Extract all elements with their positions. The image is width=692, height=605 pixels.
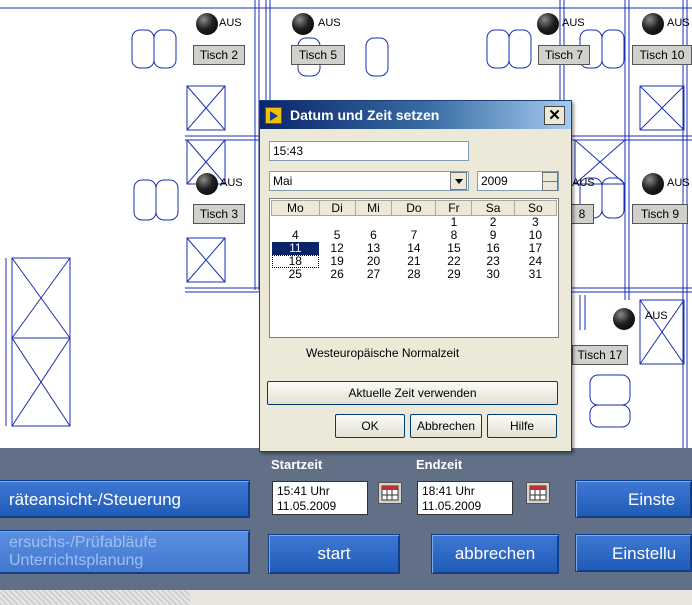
start-time-field[interactable]: 15:41 Uhr 11.05.2009 [272, 481, 368, 515]
spin-down-icon[interactable] [542, 181, 558, 191]
end-time-field[interactable]: 18:41 Uhr 11.05.2009 [417, 481, 513, 515]
status-text: AUS [572, 177, 595, 189]
versuchsablaeufe-button[interactable]: ersuchs-/Prüfabläufe Unterrichtsplanung [0, 530, 250, 574]
month-select[interactable]: Mai [269, 171, 469, 191]
calendar-icon [529, 485, 547, 501]
end-date-value: 11.05.2009 [422, 499, 482, 513]
table-2-button[interactable]: Tisch 2 [193, 45, 245, 65]
calendar-day[interactable]: 26 [319, 268, 355, 281]
status-text: AUS [645, 310, 668, 322]
status-strip [0, 590, 692, 605]
ok-button[interactable]: OK [335, 414, 405, 438]
status-text: AUS [667, 17, 690, 29]
year-value: 2009 [481, 174, 508, 188]
timezone-label: Westeuropäische Normalzeit [306, 346, 460, 360]
use-current-time-button[interactable]: Aktuelle Zeit verwenden [267, 381, 558, 405]
status-text: AUS [667, 177, 690, 189]
calendar-table: Mo Di Mi Do Fr Sa So 1 2 3 4 5 6 7 8 9 10 11 12 13 14 15 16 17… [271, 200, 558, 281]
year-spin-buttons[interactable] [542, 172, 558, 192]
start-time-label: Startzeit [271, 457, 323, 472]
einstellungen-bottom-label: Einstellu [612, 544, 677, 563]
calendar-grid[interactable]: Mo Di Mi Do Fr Sa So 1 2 3 4 5 6 7 8 9 10 11 12 13 14 15 16 17… [269, 198, 559, 338]
status-text: AUS [220, 177, 243, 189]
status-text: AUS [562, 17, 585, 29]
datetime-dialog: Datum und Zeit setzen ✕ 15:43 Mai 2009 M… [259, 100, 572, 452]
einstellungen-top-label: Einste [628, 490, 676, 509]
cancel-button[interactable]: Abbrechen [410, 414, 482, 438]
status-text: AUS [219, 17, 242, 29]
calendar-day[interactable]: 27 [355, 268, 392, 281]
status-lamp-icon [537, 13, 559, 35]
geraeteansicht-label: räteansicht-/Steuerung [9, 490, 181, 509]
month-value: Mai [273, 174, 293, 188]
close-button[interactable]: ✕ [544, 106, 565, 125]
einstellungen-top-button[interactable]: Einste [575, 480, 692, 518]
status-lamp-icon [613, 308, 635, 330]
weekday-header: Sa [471, 200, 515, 216]
weekday-header: Di [318, 200, 356, 216]
calendar-day[interactable]: 2 [472, 216, 514, 230]
dialog-titlebar[interactable]: Datum und Zeit setzen ✕ [260, 101, 571, 129]
table-17-button[interactable]: Tisch 17 [572, 345, 628, 365]
unterrichtsplanung-label: Unterrichtsplanung [9, 552, 144, 569]
end-time-label: Endzeit [416, 457, 463, 472]
calendar-week: 123 [272, 216, 557, 230]
weekday-header: Mo [271, 200, 320, 216]
calendar-empty-cell [272, 216, 320, 230]
status-lamp-icon [642, 13, 664, 35]
table-7-button[interactable]: Tisch 7 [538, 45, 590, 65]
einstellungen-bottom-button[interactable]: Einstellu [575, 534, 692, 572]
table-8-button[interactable]: 8 [570, 204, 594, 224]
table-9-button[interactable]: Tisch 9 [632, 204, 688, 224]
help-button[interactable]: Hilfe [487, 414, 557, 438]
time-input[interactable]: 15:43 [269, 141, 469, 161]
calendar-day[interactable]: 25 [272, 268, 320, 281]
control-panel [0, 448, 692, 605]
table-10-button[interactable]: Tisch 10 [632, 45, 692, 65]
calendar-icon [381, 485, 399, 501]
start-date-value: 11.05.2009 [277, 499, 337, 513]
table-5-button[interactable]: Tisch 5 [291, 45, 345, 65]
calendar-day[interactable]: 31 [514, 268, 556, 281]
calendar-day[interactable]: 1 [436, 216, 472, 230]
calendar-day[interactable]: 3 [514, 216, 556, 230]
status-text: AUS [318, 17, 341, 29]
weekday-header: Mi [354, 200, 393, 216]
status-lamp-icon [196, 13, 218, 35]
start-time-value: 15:41 Uhr [277, 484, 330, 498]
abbrechen-button[interactable]: abbrechen [431, 534, 559, 574]
calendar-empty-cell [319, 216, 355, 230]
weekday-header: Fr [435, 200, 473, 216]
geraeteansicht-button[interactable]: räteansicht-/Steuerung [0, 480, 250, 518]
table-3-button[interactable]: Tisch 3 [193, 204, 245, 224]
status-lamp-icon [292, 13, 314, 35]
status-lamp-icon [642, 173, 664, 195]
app-icon [265, 107, 282, 124]
end-time-value: 18:41 Uhr [422, 484, 475, 498]
calendar-day[interactable]: 29 [436, 268, 472, 281]
status-lamp-icon [196, 173, 218, 195]
weekday-header: Do [391, 200, 437, 216]
calendar-empty-cell [392, 216, 436, 230]
start-button[interactable]: start [268, 534, 400, 574]
calendar-empty-cell [355, 216, 392, 230]
chevron-down-icon[interactable] [450, 172, 467, 190]
calendar-week: 25 26 27 28 29 30 31 [272, 268, 557, 281]
weekday-header: So [513, 200, 558, 216]
year-spinner[interactable]: 2009 [477, 171, 559, 191]
end-calendar-button[interactable] [526, 482, 550, 504]
dialog-title: Datum und Zeit setzen [290, 107, 440, 123]
versuchsablaeufe-label: ersuchs-/Prüfabläufe [9, 534, 157, 551]
calendar-day[interactable]: 30 [472, 268, 514, 281]
start-calendar-button[interactable] [378, 482, 402, 504]
calendar-day[interactable]: 28 [392, 268, 436, 281]
